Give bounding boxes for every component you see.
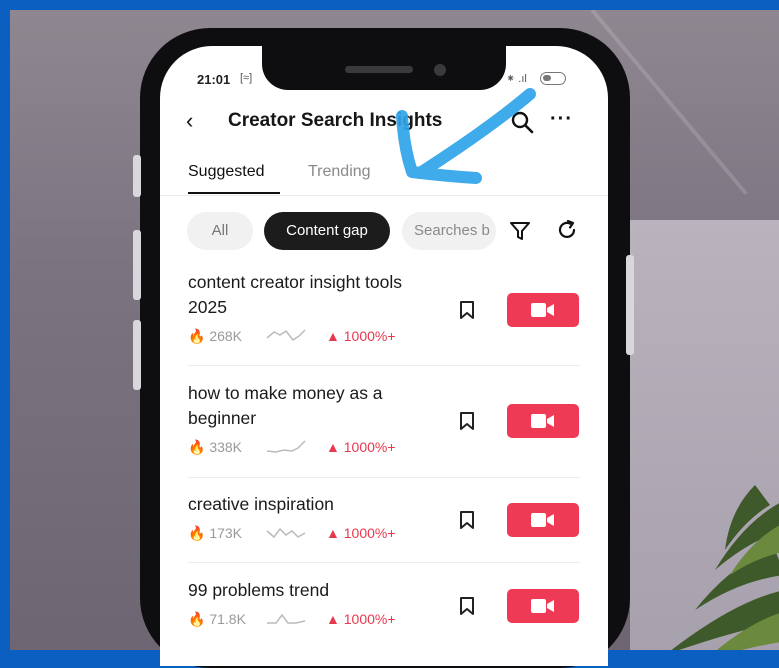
filter-chip-content-gap[interactable]: Content gap [264,212,390,250]
create-video-button[interactable] [507,503,579,537]
phone-side-button [133,320,141,390]
phone-side-button [626,255,634,355]
create-video-button[interactable] [507,293,579,327]
plant-decoration [671,485,779,650]
filter-chip-searches[interactable]: Searches b [402,212,496,250]
tab-suggested[interactable]: Suggested [188,163,265,181]
status-time: 21:01 [197,72,231,87]
result-trend: ▲ 1000%+ [326,328,396,344]
create-video-button[interactable] [507,589,579,623]
result-title: how to make money as a beginner [188,383,383,428]
phone-camera [434,64,446,76]
more-options-icon[interactable]: ··· [550,108,573,131]
result-trend: ▲ 1000%+ [326,439,396,455]
phone-side-button [133,155,141,197]
row-divider [188,562,580,563]
phone-side-button [133,230,141,300]
result-meta: 🔥 268K ▲ 1000%+ [188,328,580,346]
sparkline-icon [266,440,306,453]
refresh-icon[interactable] [556,219,578,241]
battery-toggle-icon [540,72,566,85]
result-trend: ▲ 1000%+ [326,525,396,541]
bookmark-icon[interactable] [458,300,476,320]
sparkline-icon [266,329,306,342]
bookmark-icon[interactable] [458,596,476,616]
result-meta: 🔥 338K ▲ 1000%+ [188,439,580,457]
status-icon-left: [≈] [240,72,253,84]
result-views: 🔥 71.8K [188,611,246,627]
video-camera-icon [531,414,554,428]
result-title: 99 problems trend [188,580,330,600]
filter-icon[interactable] [509,220,531,242]
phone-speaker [345,66,413,73]
result-title: creative inspiration [188,494,334,514]
sparkline-icon [266,527,306,539]
annotation-arrow [396,88,536,184]
video-camera-icon [531,599,554,613]
result-views: 🔥 338K [188,439,243,455]
tab-trending[interactable]: Trending [308,163,371,181]
bookmark-icon[interactable] [458,411,476,431]
result-views: 🔥 173K [188,525,243,541]
result-views: 🔥 268K [188,328,243,344]
sparkline-icon [267,613,306,624]
bookmark-icon[interactable] [458,510,476,530]
row-divider [188,365,580,366]
video-camera-icon [531,513,554,527]
row-divider [188,477,580,478]
back-button[interactable]: ‹ [186,108,193,134]
active-tab-indicator [188,192,280,194]
video-camera-icon [531,303,554,317]
filter-chip-all[interactable]: All [187,212,253,250]
signal-icon: ⁕ .ıl [506,73,527,85]
result-trend: ▲ 1000%+ [326,611,396,627]
result-title: content creator insight tools 2025 [188,272,403,317]
create-video-button[interactable] [507,404,579,438]
